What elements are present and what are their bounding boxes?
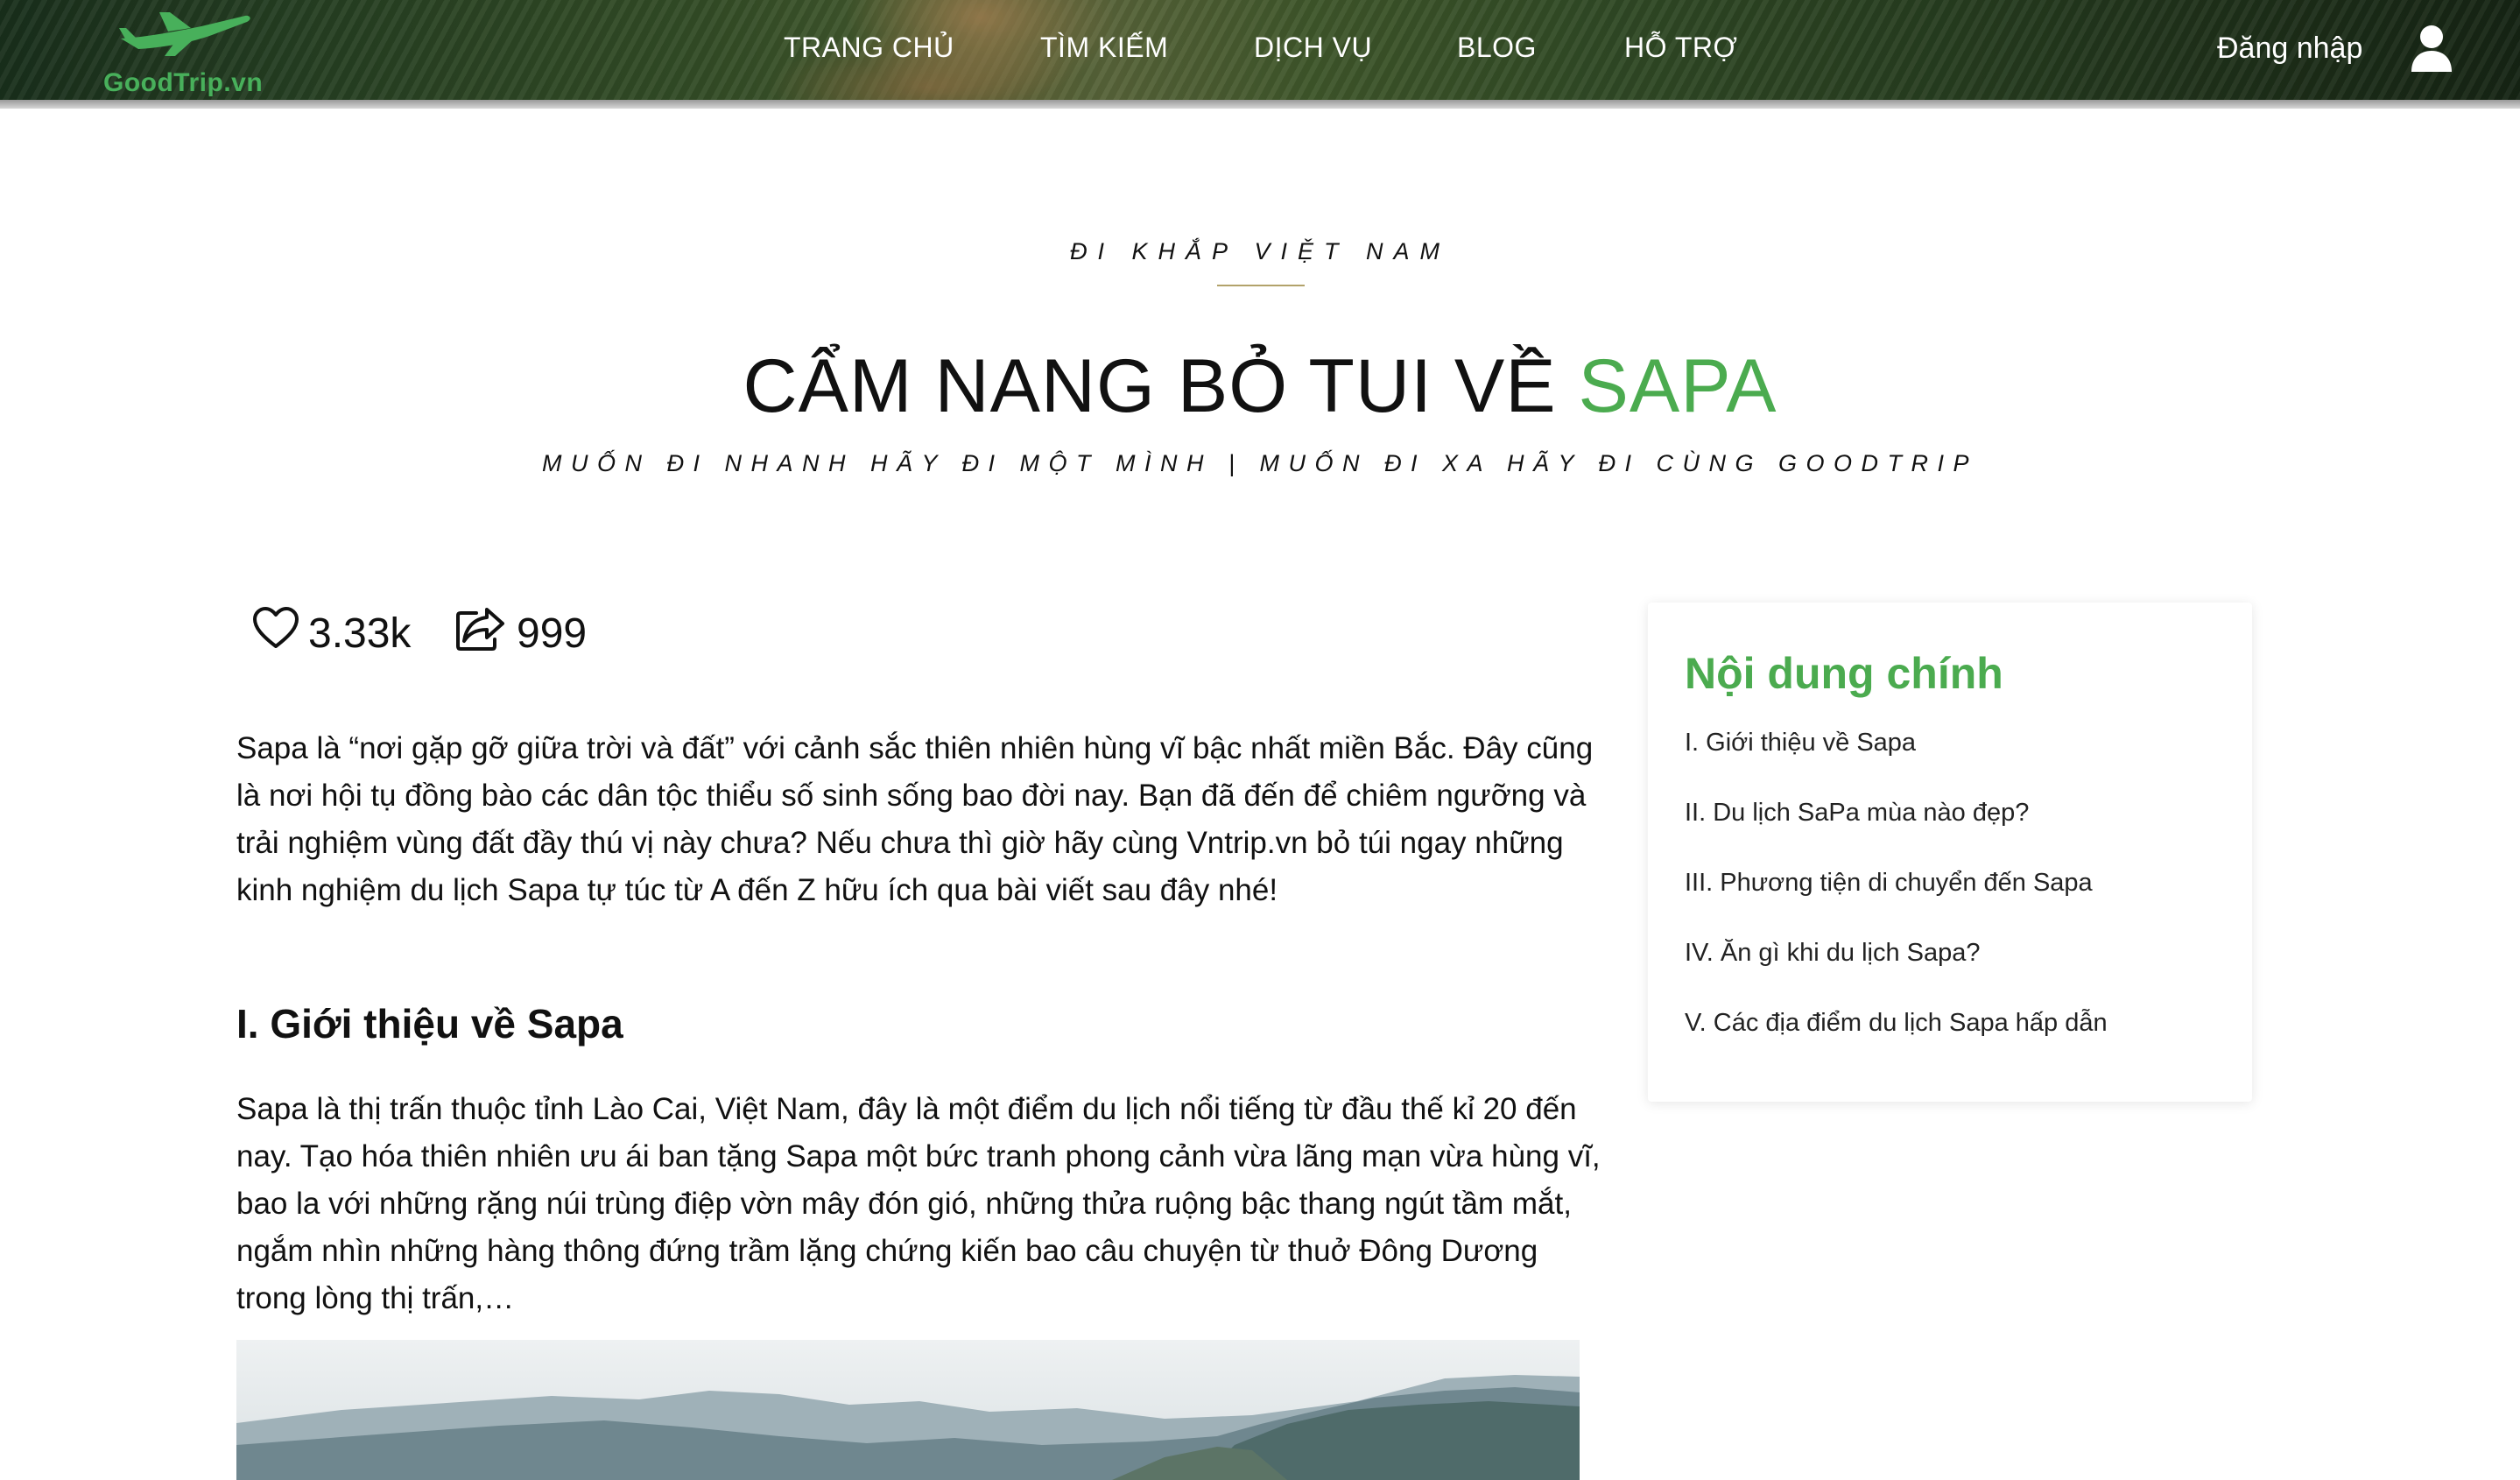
toc-item-4[interactable]: IV. Ăn gì khi du lịch Sapa?: [1685, 939, 1981, 968]
header-divider: [0, 100, 2520, 109]
login-link[interactable]: Đăng nhập: [2217, 32, 2362, 66]
sapa-landscape-image: [236, 1340, 1580, 1480]
title-main: CẨM NANG BỎ TUI VỀ: [743, 344, 1579, 428]
intro-paragraph: Sapa là “nơi gặp gỡ giữa trời và đất” vớ…: [236, 731, 1594, 907]
share-icon: [456, 608, 504, 651]
nav-item-home[interactable]: TRANG CHỦ: [784, 32, 954, 64]
nav-item-blog[interactable]: BLOG: [1457, 32, 1537, 64]
share-button[interactable]: 999: [455, 603, 613, 664]
like-count: 3.33k: [308, 610, 412, 657]
section-heading-intro: I. Giới thiệu về Sapa: [236, 1001, 623, 1047]
title-accent: SAPA: [1578, 344, 1777, 428]
article-section-1: Sapa là thị trấn thuộc tỉnh Lào Cai, Việ…: [236, 1086, 1602, 1322]
page-title: CẨM NANG BỎ TUI VỀ SAPA: [0, 343, 2520, 430]
site-logo[interactable]: GoodTrip.vn: [98, 7, 273, 97]
site-header: GoodTrip.vn TRANG CHỦ TÌM KIẾM DỊCH VỤ B…: [0, 0, 2520, 100]
page-tagline: MUỐN ĐI NHANH HÃY ĐI MỘT MÌNH | MUỐN ĐI …: [541, 450, 1979, 476]
toc-title: Nội dung chính: [1685, 649, 2003, 698]
section-1-paragraph: Sapa là thị trấn thuộc tỉnh Lào Cai, Việ…: [236, 1092, 1601, 1315]
section-kicker: ĐI KHẮP VIỆT NAM: [1069, 238, 1451, 264]
nav-item-services[interactable]: DỊCH VỤ: [1254, 32, 1372, 64]
share-count: 999: [517, 610, 588, 657]
toc-item-1[interactable]: I. Giới thiệu về Sapa: [1685, 729, 1916, 758]
mountain-landscape: [236, 1375, 1580, 1480]
nav-item-support[interactable]: HỖ TRỢ: [1624, 32, 1737, 64]
like-button[interactable]: 3.33k: [252, 603, 427, 664]
kicker-underline: [1217, 285, 1305, 286]
article-intro: Sapa là “nơi gặp gỡ giữa trời và đất” vớ…: [236, 725, 1602, 914]
table-of-contents: Nội dung chính I. Giới thiệu về Sapa II.…: [1648, 603, 2252, 1102]
heart-icon: [253, 607, 299, 648]
toc-item-2[interactable]: II. Du lịch SaPa mùa nào đẹp?: [1685, 799, 2029, 828]
airplane-icon: [119, 12, 250, 56]
nav-item-search[interactable]: TÌM KIẾM: [1040, 32, 1168, 64]
toc-item-5[interactable]: V. Các địa điểm du lịch Sapa hấp dẫn: [1685, 1009, 2108, 1038]
logo-text: GoodTrip.vn: [103, 68, 264, 97]
user-icon[interactable]: [2410, 25, 2453, 74]
toc-item-3[interactable]: III. Phương tiện di chuyển đến Sapa: [1685, 869, 2093, 898]
